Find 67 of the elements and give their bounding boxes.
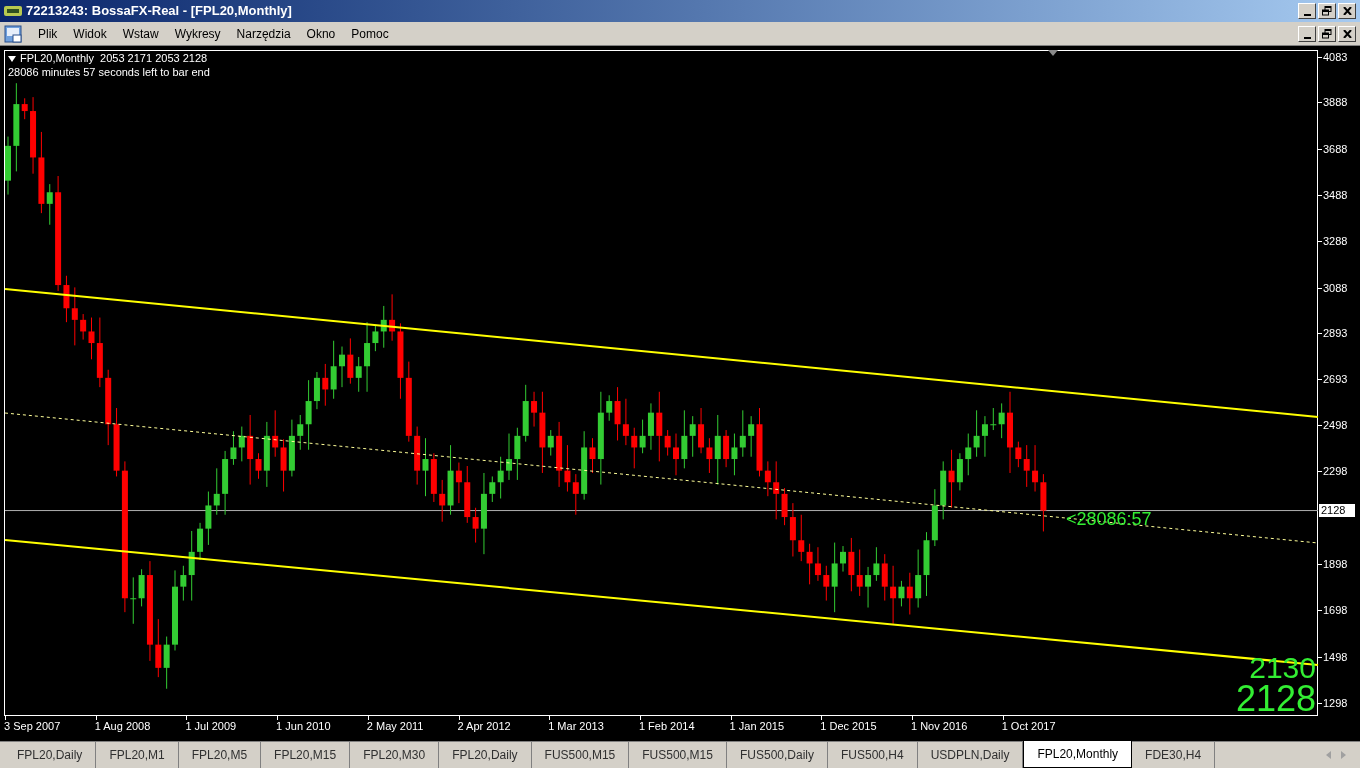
countdown-text: 28086 minutes 57 seconds left to bar end — [8, 66, 210, 79]
y-axis-label: 4083 — [1323, 51, 1348, 63]
x-axis-label: 1 Jan 2015 — [729, 720, 785, 733]
price-number: 2128 — [1235, 682, 1316, 716]
chart-tab[interactable]: FUS500,M15 — [531, 742, 630, 768]
x-axis-label: 1 Jun 2010 — [276, 720, 331, 733]
x-axis-label: 1 Oct 2017 — [1001, 720, 1056, 733]
chart-tab[interactable]: FPL20,Monthly — [1023, 741, 1133, 768]
bar-timer-label: <28086:57 — [1066, 509, 1152, 529]
close-button[interactable] — [1338, 25, 1356, 42]
x-axis-label: 2 May 2011 — [366, 720, 424, 733]
x-axis-label: 1 Jul 2009 — [185, 720, 237, 733]
y-axis-label: 1498 — [1323, 650, 1348, 663]
chart-document-icon — [4, 24, 22, 43]
window-title: 72213243: BossaFX-Real - [FPL20,Monthly] — [26, 2, 293, 21]
close-icon — [1342, 29, 1352, 38]
menu-item[interactable]: Wykresy — [166, 24, 229, 43]
y-axis-label: 3088 — [1323, 281, 1348, 294]
x-axis-label: 1 Feb 2014 — [638, 720, 695, 733]
menu-item[interactable]: Narzędzia — [228, 24, 299, 43]
chart-tab[interactable]: FPL20,M15 — [261, 742, 351, 768]
price-tag: 2128 — [1319, 503, 1355, 517]
chart-tab[interactable]: FPL20,M5 — [178, 742, 262, 768]
y-axis-label: 1898 — [1323, 557, 1348, 570]
y-axis-label: 1298 — [1323, 697, 1348, 710]
x-axis-label: 1 Nov 2016 — [911, 720, 968, 733]
x-axis-label: 1 Mar 2013 — [548, 720, 604, 733]
menu-item[interactable]: Pomoc — [343, 24, 397, 43]
menu-item[interactable]: Plik — [30, 24, 66, 43]
x-axis-label: 3 Sep 2007 — [4, 720, 61, 733]
y-axis-label: 3688 — [1323, 142, 1348, 155]
x-axis-label: 1 Dec 2015 — [820, 720, 877, 733]
minimize-button[interactable] — [1298, 3, 1316, 19]
chart-tab[interactable]: FPL20,Daily — [439, 742, 532, 768]
dropdown-triangle-icon — [8, 55, 16, 62]
app-logo-icon — [4, 6, 22, 16]
menu-item[interactable]: Wstaw — [114, 24, 167, 43]
chart-header: FPL20,Monthly 2053 2171 2053 2128 — [20, 52, 208, 65]
y-axis-label: 3888 — [1323, 96, 1348, 109]
chart-tab[interactable]: FUS500,M15 — [629, 742, 727, 768]
restore-icon — [1322, 6, 1332, 16]
x-axis-label: 1 Aug 2008 — [94, 720, 151, 733]
chart-tab[interactable]: FPL20,M1 — [96, 742, 179, 768]
restore-button[interactable] — [1318, 25, 1336, 42]
chart-tab[interactable]: FDE30,H4 — [1132, 742, 1216, 768]
chart-tab[interactable]: FPL20,M30 — [350, 742, 440, 768]
y-axis-label: 3488 — [1323, 189, 1348, 202]
menu-item[interactable]: Widok — [65, 24, 115, 43]
restore-icon — [1322, 28, 1332, 39]
restore-button[interactable] — [1318, 3, 1336, 19]
chart-tab[interactable]: FUS500,H4 — [828, 742, 918, 768]
y-axis-label: 2693 — [1323, 373, 1348, 386]
close-button[interactable] — [1338, 3, 1356, 19]
minimize-icon — [1303, 36, 1311, 39]
minimize-icon — [1303, 14, 1311, 16]
x-axis-label: 2 Apr 2012 — [457, 720, 511, 733]
minimize-button[interactable] — [1298, 25, 1316, 42]
y-axis-label: 3288 — [1323, 235, 1348, 248]
y-axis-label: 1698 — [1323, 604, 1348, 617]
shift-marker-icon — [1048, 50, 1058, 56]
y-axis-label: 2498 — [1323, 418, 1348, 431]
menu-item[interactable]: Okno — [298, 24, 344, 43]
y-axis-label: 2893 — [1323, 327, 1348, 340]
chart-tab[interactable]: FUS500,Daily — [726, 742, 828, 768]
y-axis-label: 2298 — [1323, 465, 1348, 478]
chart-tab[interactable]: FPL20,Daily — [4, 742, 97, 768]
close-icon — [1342, 7, 1352, 15]
